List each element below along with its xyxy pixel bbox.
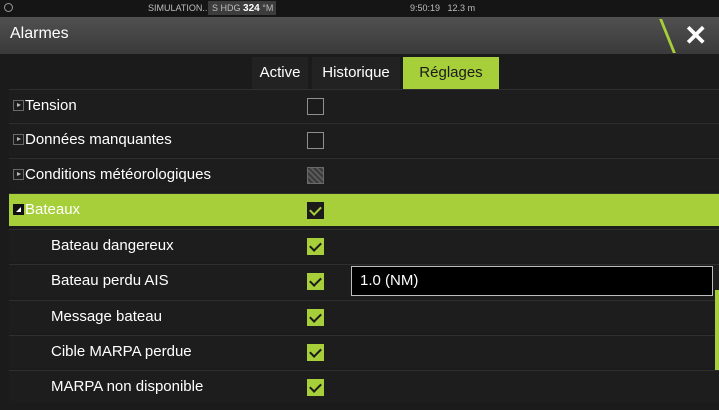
alarm-label: Bateau perdu AIS (51, 272, 169, 289)
tab-active[interactable]: Active (252, 57, 308, 89)
alarm-label: Bateaux (25, 201, 81, 218)
alarm-row-marpa-lost[interactable]: Cible MARPA perdue (9, 335, 719, 368)
alarm-row-tension[interactable]: Tension (9, 89, 719, 122)
alarm-row-weather[interactable]: Conditions météorologiques (9, 158, 719, 191)
alarm-checkbox[interactable] (307, 273, 324, 290)
alarm-label: Cible MARPA perdue (51, 343, 192, 360)
status-gps-icon (4, 3, 13, 12)
alarm-checkbox[interactable] (307, 309, 324, 326)
alarm-row-marpa-unavailable[interactable]: MARPA non disponible (9, 370, 719, 403)
close-icon[interactable]: ✕ (684, 17, 707, 54)
heading-readout: S HDG 324 °M (208, 1, 276, 15)
left-margin (0, 90, 9, 410)
alarm-row-vessels[interactable]: Bateaux (9, 193, 719, 226)
alarm-label: Bateau dangereux (51, 237, 174, 254)
simulation-label: SIMULATION... (148, 3, 210, 13)
tab-settings[interactable]: Réglages (403, 57, 499, 89)
alarm-row-missing-data[interactable]: Données manquantes (9, 123, 719, 156)
distance-value: 12.3 m (447, 3, 476, 13)
alarm-checkbox[interactable] (307, 238, 324, 255)
clock-readout: 9:50:19 12.3 m (410, 3, 475, 13)
collapse-icon[interactable] (13, 204, 24, 215)
alarm-label: Message bateau (51, 308, 162, 325)
distance-value-field[interactable]: 1.0 (NM) (351, 266, 713, 296)
expand-icon[interactable] (13, 100, 24, 111)
alarm-label: MARPA non disponible (51, 378, 204, 395)
alarm-checkbox[interactable] (307, 379, 324, 396)
alarm-checkbox[interactable] (307, 344, 324, 361)
scrollbar[interactable] (715, 290, 719, 370)
alarm-checkbox[interactable] (307, 202, 324, 219)
alarm-checkbox[interactable] (307, 132, 324, 149)
heading-unit: °M (262, 3, 274, 13)
alarm-row-dangerous-vessel[interactable]: Bateau dangereux (9, 229, 719, 262)
alarm-checkbox-partial[interactable] (307, 167, 324, 184)
heading-value: 324 (243, 3, 260, 14)
alarm-label: Tension (25, 97, 77, 114)
alarm-row-vessel-message[interactable]: Message bateau (9, 300, 719, 333)
expand-icon[interactable] (13, 134, 24, 145)
alarm-label: Conditions météorologiques (25, 166, 211, 183)
tab-history[interactable]: Historique (312, 57, 400, 89)
heading-prefix: S HDG (212, 3, 241, 13)
alarm-label: Données manquantes (25, 131, 172, 148)
window-title: Alarmes (10, 25, 69, 42)
alarm-row-lost-ais[interactable]: Bateau perdu AIS 1.0 (NM) (9, 264, 719, 297)
title-bar: Alarmes (0, 17, 719, 54)
status-bar: SIMULATION... S HDG 324 °M 9:50:19 12.3 … (0, 0, 719, 17)
expand-icon[interactable] (13, 169, 24, 180)
alarm-checkbox[interactable] (307, 98, 324, 115)
time-value: 9:50:19 (410, 3, 441, 13)
